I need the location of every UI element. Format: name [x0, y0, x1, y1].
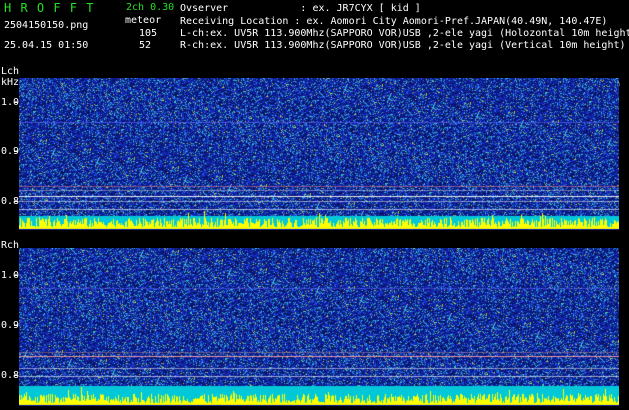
- count-lch: 105: [139, 28, 158, 39]
- rch-tick-mark-2: [14, 325, 18, 326]
- lch-info-line: L-ch:ex. UV5R 113.900Mhz(SAPPORO VOR)USB…: [180, 28, 629, 39]
- channel-mode: 2ch 0.30: [126, 2, 175, 13]
- program-title: H R O F F T: [4, 1, 95, 15]
- lch-tick-mark-2: [14, 151, 18, 152]
- rch-tick-mark-1: [14, 275, 18, 276]
- lch-tick-mark-1: [14, 102, 18, 103]
- rch-label: Rch: [1, 240, 20, 251]
- rch-info-line: R-ch:ex. UV5R 113.900Mhz(SAPPORO VOR)USB…: [180, 40, 626, 51]
- lch-unit: kHz: [1, 77, 20, 88]
- rch-spectrogram: [19, 248, 619, 406]
- lch-label: Lch: [1, 66, 20, 77]
- timestamp: 25.04.15 01:50: [4, 40, 89, 51]
- rch-tick-mark-3: [14, 375, 18, 376]
- lch-spectrogram: [19, 78, 619, 230]
- mode-label: meteor: [125, 15, 162, 26]
- location-line: Receiving Location : ex. Aomori City Aom…: [180, 16, 608, 27]
- observer-line: Ovserver : ex. JR7CYX [ kid ]: [180, 3, 421, 14]
- count-rch: 52: [139, 40, 152, 51]
- filename: 2504150150.png: [4, 20, 89, 31]
- lch-tick-mark-3: [14, 201, 18, 202]
